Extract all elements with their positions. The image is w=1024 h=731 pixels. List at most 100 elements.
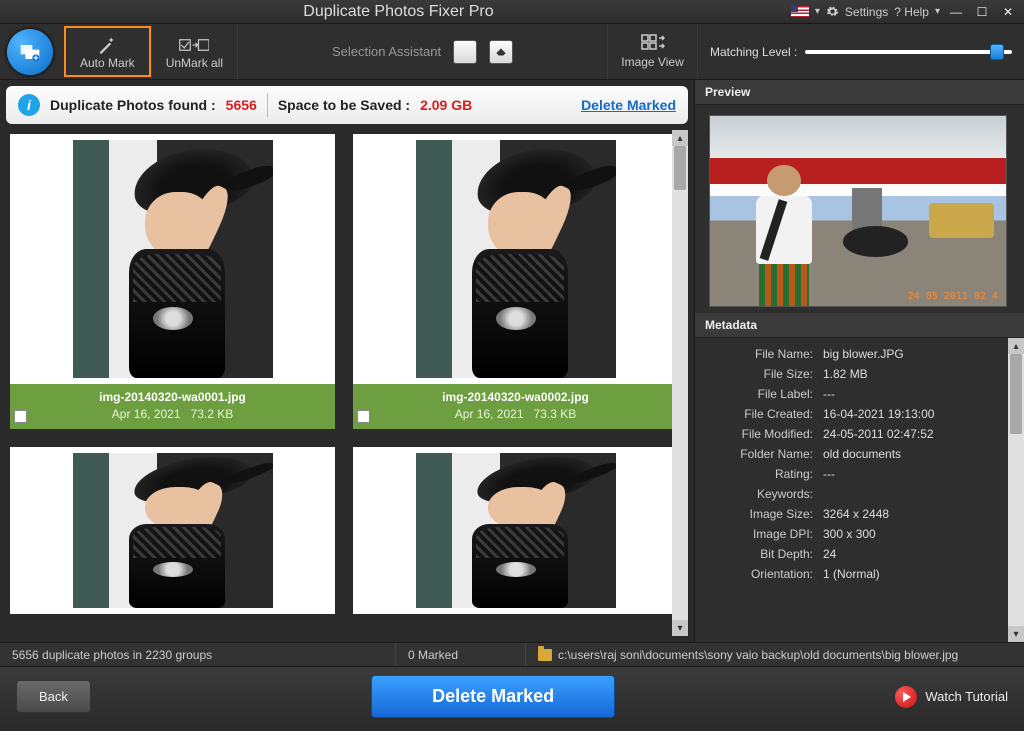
scroll-up-icon[interactable]: ▴: [1008, 338, 1024, 354]
scrollbar[interactable]: ▴ ▾: [672, 130, 688, 636]
unmark-icon: [179, 34, 209, 56]
metadata-value: ---: [823, 387, 835, 401]
metadata-key: File Modified:: [703, 427, 813, 441]
metadata-key: Folder Name:: [703, 447, 813, 461]
saved-label: Space to be Saved :: [278, 97, 410, 113]
titlebar: Duplicate Photos Fixer Pro ▾ Settings ? …: [0, 0, 1024, 24]
metadata-value: 16-04-2021 19:13:00: [823, 407, 934, 421]
metadata-value: 300 x 300: [823, 527, 876, 541]
wand-icon: [97, 34, 117, 56]
saved-value: 2.09 GB: [420, 97, 472, 113]
app-logo[interactable]: [0, 24, 60, 79]
selection-tool-1-button[interactable]: [453, 40, 477, 64]
metadata-key: Image Size:: [703, 507, 813, 521]
metadata-row: File Label: ---: [695, 384, 1018, 404]
selection-assistant-label: Selection Assistant: [332, 44, 441, 59]
scroll-up-icon[interactable]: ▴: [672, 130, 688, 146]
found-value: 5656: [226, 97, 257, 113]
grid-icon: [641, 34, 665, 55]
close-button[interactable]: ✕: [998, 4, 1018, 20]
result-card[interactable]: img-20140320-wa0001.jpg Apr 16, 2021 73.…: [10, 134, 335, 429]
matching-level-label: Matching Level :: [710, 45, 797, 59]
card-size: 73.3 KB: [534, 407, 577, 421]
preview-header: Preview: [695, 80, 1024, 105]
card-size: 73.2 KB: [191, 407, 234, 421]
slider-thumb[interactable]: [990, 44, 1004, 60]
metadata-row: Folder Name: old documents: [695, 444, 1018, 464]
card-filename: img-20140320-wa0002.jpg: [357, 390, 674, 404]
scroll-down-icon[interactable]: ▾: [672, 620, 688, 636]
matching-level-slider[interactable]: [805, 50, 1012, 54]
selection-tool-2-button[interactable]: [489, 40, 513, 64]
info-bar: i Duplicate Photos found : 5656 Space to…: [6, 86, 688, 124]
metadata-row: File Created: 16-04-2021 19:13:00: [695, 404, 1018, 424]
scrollbar[interactable]: ▴ ▾: [1008, 338, 1024, 642]
metadata-value: 1.82 MB: [823, 367, 868, 381]
chevron-down-icon[interactable]: ▾: [815, 6, 820, 17]
back-button[interactable]: Back: [16, 680, 91, 713]
matching-level-panel: Matching Level :: [697, 24, 1024, 79]
thumbnail: [73, 453, 273, 608]
flag-icon[interactable]: [791, 6, 809, 17]
select-checkbox[interactable]: [357, 410, 370, 423]
folder-icon: [538, 649, 552, 661]
scroll-thumb[interactable]: [674, 146, 686, 190]
found-label: Duplicate Photos found :: [50, 97, 216, 113]
metadata-value: 1 (Normal): [823, 567, 880, 581]
delete-marked-button[interactable]: Delete Marked: [371, 675, 615, 718]
help-link[interactable]: ? Help: [894, 5, 929, 19]
preview-timestamp: 24 05 2011 02 4: [908, 291, 998, 302]
metadata-key: File Created:: [703, 407, 813, 421]
metadata-value: 24-05-2011 02:47:52: [823, 427, 934, 441]
metadata-key: File Label:: [703, 387, 813, 401]
metadata-value: 3264 x 2448: [823, 507, 889, 521]
status-path: c:\users\raj soni\documents\sony vaio ba…: [558, 648, 958, 662]
metadata-value: ---: [823, 467, 835, 481]
result-card[interactable]: [10, 447, 335, 614]
watch-tutorial-button[interactable]: Watch Tutorial: [895, 686, 1008, 708]
chevron-down-icon[interactable]: ▾: [935, 6, 940, 17]
delete-marked-link[interactable]: Delete Marked: [581, 97, 676, 113]
settings-link[interactable]: Settings: [845, 5, 888, 19]
metadata-row: Image DPI:300 x 300: [695, 524, 1018, 544]
separator: [267, 93, 268, 117]
metadata-key: Orientation:: [703, 567, 813, 581]
maximize-button[interactable]: ☐: [972, 4, 992, 20]
metadata-value: old documents: [823, 447, 901, 461]
metadata-key: Rating:: [703, 467, 813, 481]
info-icon: i: [18, 94, 40, 116]
results-grid: img-20140320-wa0001.jpg Apr 16, 2021 73.…: [6, 130, 688, 636]
metadata-key: Keywords:: [703, 487, 813, 501]
toolbar: Auto Mark UnMark all Selection Assistant…: [0, 24, 1024, 80]
card-filename: img-20140320-wa0001.jpg: [14, 390, 331, 404]
auto-mark-label: Auto Mark: [80, 56, 135, 70]
metadata-row: Orientation: 1 (Normal): [695, 564, 1018, 584]
status-marked: 0 Marked: [408, 648, 458, 662]
metadata-row: Keywords:: [695, 484, 1018, 504]
metadata-value: 24: [823, 547, 836, 561]
metadata-row: Image Size: 3264 x 2448: [695, 504, 1018, 524]
scroll-down-icon[interactable]: ▾: [1008, 626, 1024, 642]
metadata-key: File Name:: [703, 347, 813, 361]
gear-icon[interactable]: [826, 5, 839, 18]
scroll-thumb[interactable]: [1010, 354, 1022, 434]
metadata-row: File Modified: 24-05-2011 02:47:52: [695, 424, 1018, 444]
metadata-row: File Name:big blower.JPG: [695, 344, 1018, 364]
image-view-button[interactable]: Image View: [607, 24, 697, 79]
status-dupes: 5656 duplicate photos in 2230 groups: [12, 648, 212, 662]
auto-mark-button[interactable]: Auto Mark: [64, 26, 151, 77]
minimize-button[interactable]: —: [946, 4, 966, 20]
metadata-list: File Name:big blower.JPGFile Size:1.82 M…: [695, 338, 1024, 590]
app-title: Duplicate Photos Fixer Pro: [6, 3, 791, 21]
metadata-row: File Size:1.82 MB: [695, 364, 1018, 384]
unmark-all-label: UnMark all: [166, 56, 223, 70]
result-card[interactable]: [353, 447, 678, 614]
result-card[interactable]: img-20140320-wa0002.jpg Apr 16, 2021 73.…: [353, 134, 678, 429]
watch-tutorial-label: Watch Tutorial: [925, 689, 1008, 704]
metadata-key: Bit Depth:: [703, 547, 813, 561]
select-checkbox[interactable]: [14, 410, 27, 423]
selection-assistant-group: Selection Assistant: [237, 24, 607, 79]
bottom-bar: Back Delete Marked Watch Tutorial: [0, 666, 1024, 726]
unmark-all-button[interactable]: UnMark all: [151, 24, 237, 79]
metadata-header: Metadata: [695, 313, 1024, 338]
